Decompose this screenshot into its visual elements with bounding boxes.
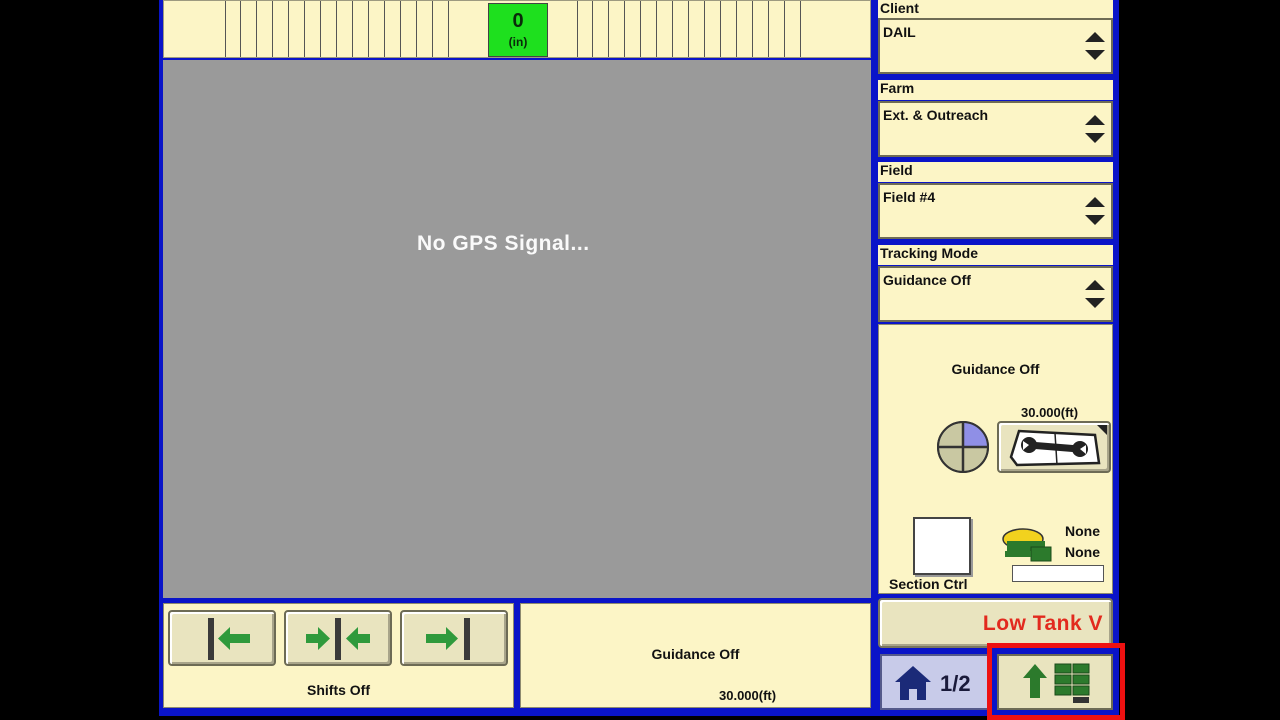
tracking-mode-label: Tracking Mode: [878, 245, 1113, 265]
alarm-button[interactable]: Low Tank V: [878, 598, 1113, 648]
up-down-arrows-icon: [1085, 280, 1105, 308]
lightbar-cell: [641, 1, 657, 57]
lightbar-cell: [433, 1, 449, 57]
status-panel: Guidance Off 30.000(ft) Section Ctrl Non…: [878, 324, 1113, 594]
lightbar-cell: [305, 1, 321, 57]
home-button[interactable]: 1/2: [880, 654, 992, 710]
field-value: Field #4: [883, 189, 936, 205]
lightbar-cell: [385, 1, 401, 57]
up-down-arrows-icon: [1085, 115, 1105, 143]
lightbar-cell: [689, 1, 705, 57]
lightbar-cell: [785, 1, 801, 57]
lightbar-cell: [417, 1, 433, 57]
layout-grid-icon: [1023, 663, 1090, 703]
lightbar: 0 (in): [163, 0, 871, 58]
lightbar-right-cells: [577, 1, 801, 57]
home-icon: [895, 666, 931, 700]
wrench-book-icon: [1009, 425, 1107, 467]
receiver-status-1: None: [1065, 523, 1100, 539]
section-control-label: Section Ctrl: [889, 576, 968, 592]
up-down-arrows-icon: [1085, 32, 1105, 60]
farm-label: Farm: [878, 80, 1113, 100]
lightbar-cell: [721, 1, 737, 57]
shift-right-arrow-icon: [426, 618, 470, 660]
offset-value: 0: [512, 10, 524, 32]
client-value: DAIL: [883, 24, 916, 40]
lightbar-cell: [593, 1, 609, 57]
lightbar-cell: [769, 1, 785, 57]
panel-implement-width: 30.000(ft): [1021, 405, 1079, 420]
lightbar-cell: [289, 1, 305, 57]
lightbar-cell: [625, 1, 641, 57]
lightbar-cell: [369, 1, 385, 57]
guidance-info-panel[interactable]: Guidance Off 30.000(ft): [520, 603, 871, 708]
page-indicator: 1/2: [940, 671, 971, 696]
gps-quality-quadrant-icon: [937, 421, 989, 473]
implement-width: 30.000(ft): [719, 688, 777, 703]
lightbar-cell: [737, 1, 753, 57]
panel-guidance-status: Guidance Off: [951, 361, 1040, 377]
alarm-text: Low Tank V: [982, 612, 1103, 635]
recenter-arrows-icon: [306, 618, 370, 660]
farm-dropdown[interactable]: Ext. & Outreach: [878, 101, 1113, 157]
lightbar-cell: [225, 1, 241, 57]
lightbar-cell: [337, 1, 353, 57]
shifts-status-label: Shifts Off: [307, 682, 370, 698]
gps-status-message: No GPS Signal...: [417, 232, 590, 255]
shift-right-button[interactable]: [400, 610, 508, 666]
lightbar-cell: [609, 1, 625, 57]
lightbar-cell: [673, 1, 689, 57]
lightbar-left-cells: [225, 1, 449, 57]
layout-manager-button[interactable]: [997, 654, 1113, 710]
display-screen: 0 (in) No GPS Signal... Shifts Off Guida…: [159, 0, 1119, 716]
recenter-button[interactable]: [284, 610, 392, 666]
field-dropdown[interactable]: Field #4: [878, 183, 1113, 239]
tracking-mode-value: Guidance Off: [883, 272, 971, 288]
client-label: Client: [878, 0, 1113, 20]
lightbar-offset-indicator: 0 (in): [488, 3, 548, 57]
client-dropdown[interactable]: DAIL: [878, 18, 1113, 74]
lightbar-cell: [241, 1, 257, 57]
lightbar-cell: [273, 1, 289, 57]
shift-panel: Shifts Off: [163, 603, 514, 708]
farm-value: Ext. & Outreach: [883, 107, 989, 123]
section-control-toggle[interactable]: [913, 517, 971, 575]
lightbar-cell: [657, 1, 673, 57]
lightbar-cell: [577, 1, 593, 57]
receiver-icon: [1002, 528, 1052, 562]
offset-unit: (in): [508, 35, 528, 49]
receiver-status-bar: [1012, 565, 1104, 582]
lightbar-cell: [753, 1, 769, 57]
lightbar-cell: [401, 1, 417, 57]
lightbar-cell: [353, 1, 369, 57]
lightbar-cell: [257, 1, 273, 57]
lightbar-cell: [705, 1, 721, 57]
guidance-status: Guidance Off: [651, 646, 740, 662]
guidance-settings-button[interactable]: [997, 421, 1111, 473]
field-label: Field: [878, 162, 1113, 182]
up-down-arrows-icon: [1085, 197, 1105, 225]
tracking-mode-dropdown[interactable]: Guidance Off: [878, 266, 1113, 322]
lightbar-cell: [321, 1, 337, 57]
shift-left-button[interactable]: [168, 610, 276, 666]
shift-left-arrow-icon: [208, 618, 250, 660]
map-view[interactable]: No GPS Signal...: [163, 60, 871, 598]
receiver-status-2: None: [1065, 544, 1100, 560]
